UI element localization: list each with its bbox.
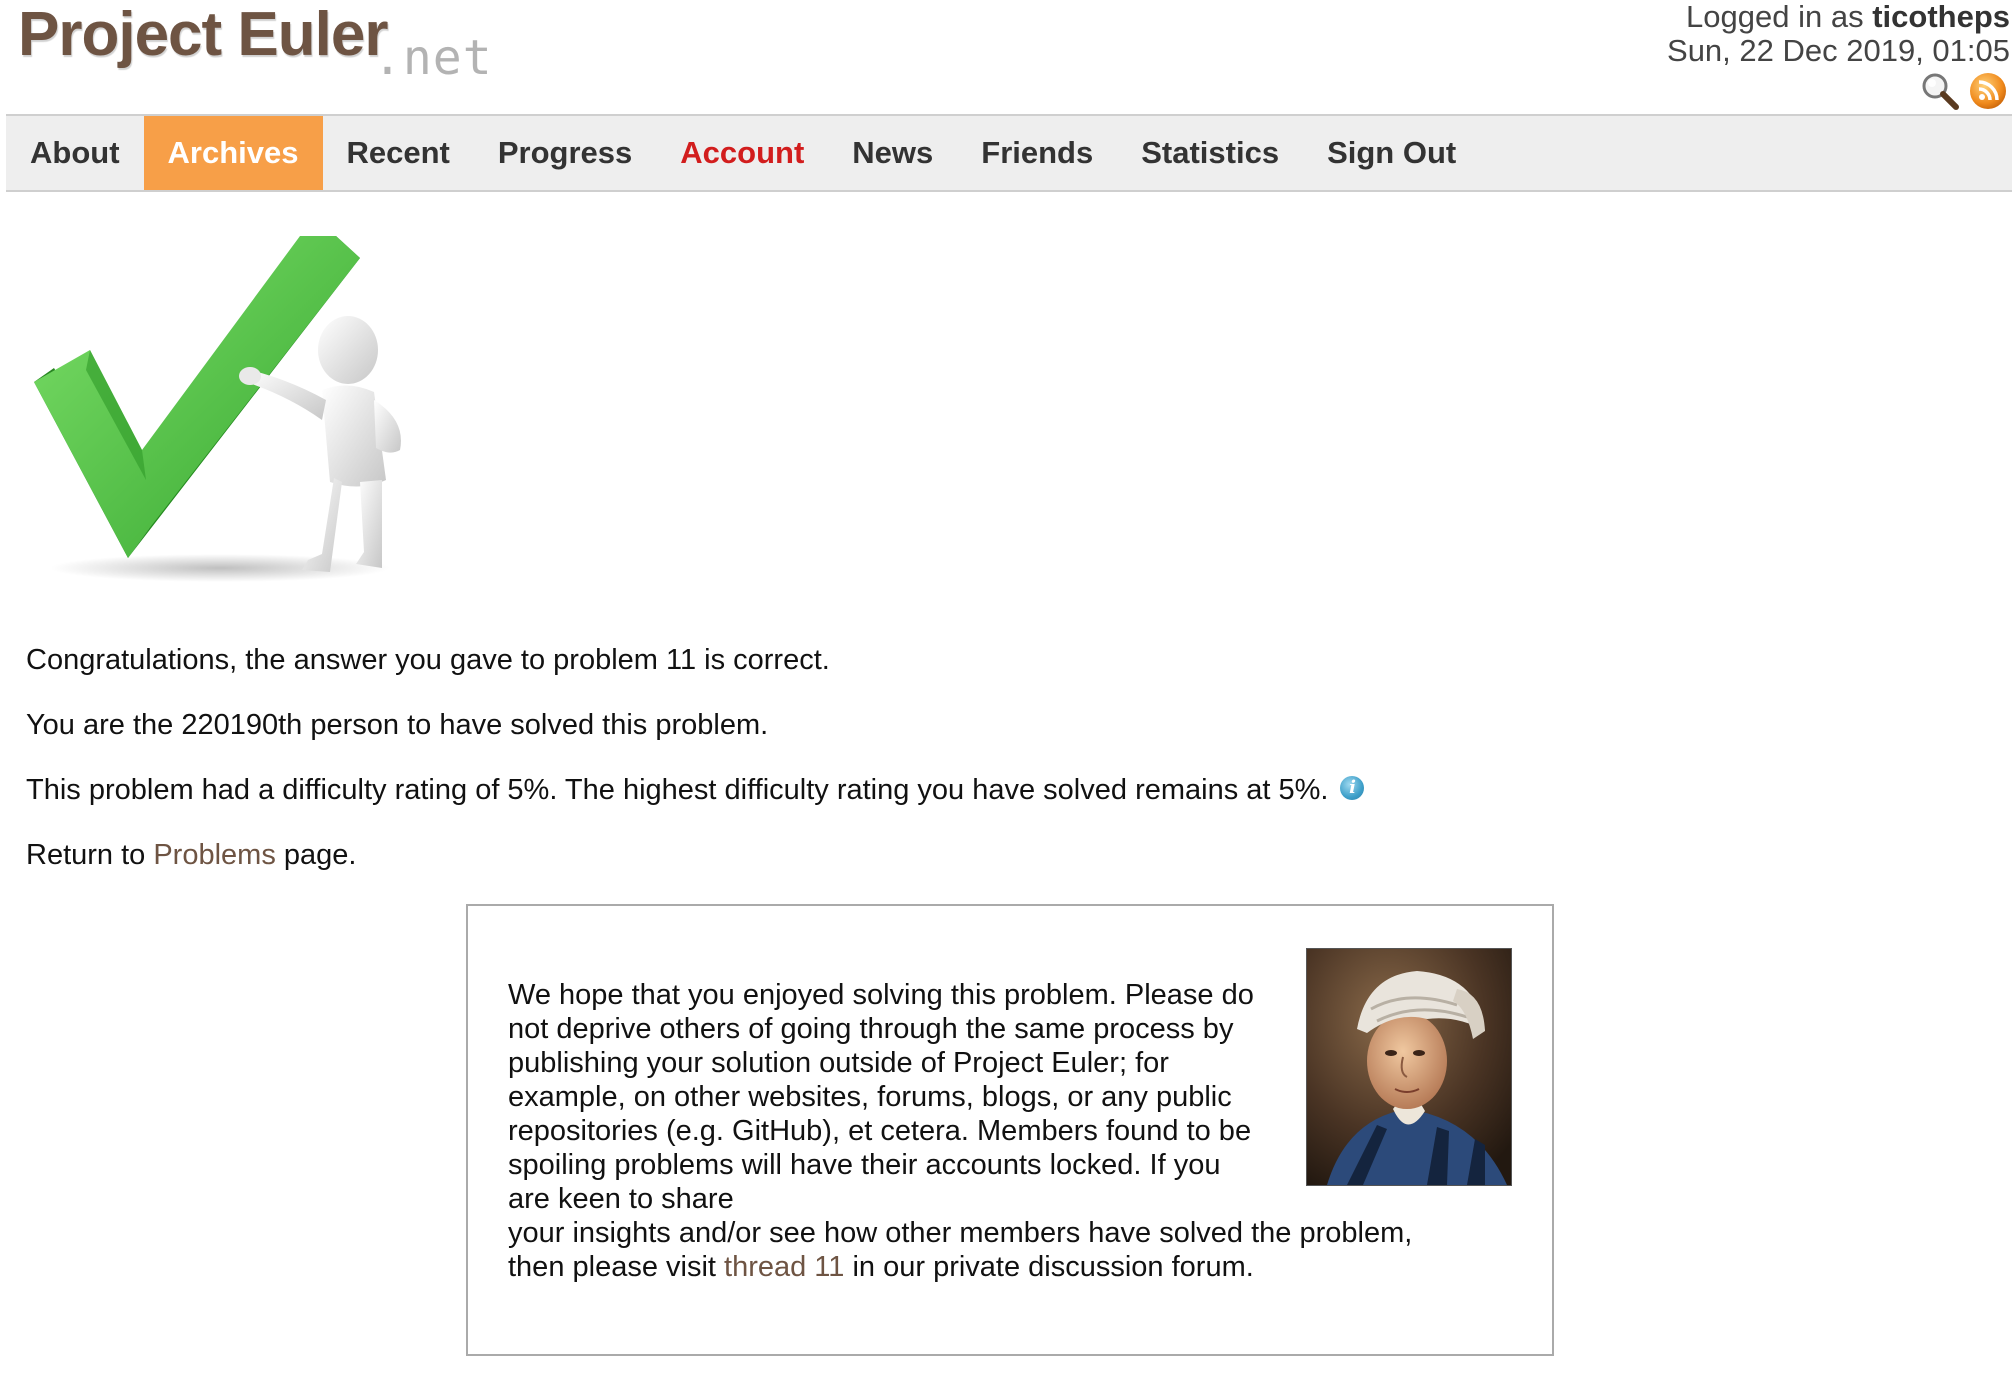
header-icons	[1920, 70, 2008, 112]
nav-recent[interactable]: Recent	[323, 116, 474, 190]
rss-icon[interactable]	[1968, 71, 2008, 111]
page-header: Project Euler .net Logged in as ticothep…	[0, 0, 2014, 114]
message-main-text: We hope that you enjoyed solving this pr…	[508, 979, 1254, 1215]
nav-friends[interactable]: Friends	[957, 116, 1117, 190]
spoiler-message-box: We hope that you enjoyed solving this pr…	[466, 904, 1554, 1356]
problems-link[interactable]: Problems	[153, 839, 276, 871]
message-visit-prefix: then please visit	[508, 1251, 725, 1283]
login-line: Logged in as ticotheps	[1667, 0, 2010, 34]
difficulty-line: This problem had a difficulty rating of …	[26, 774, 1365, 807]
logo-suffix-text: .net	[373, 30, 493, 86]
nav-statistics[interactable]: Statistics	[1117, 116, 1303, 190]
difficulty-text: This problem had a difficulty rating of …	[26, 774, 1329, 806]
return-line: Return to Problems page.	[26, 839, 356, 872]
message-visit-suffix: in our private discussion forum.	[844, 1251, 1254, 1283]
main-nav: About Archives Recent Progress Account N…	[6, 114, 2012, 192]
nav-news[interactable]: News	[828, 116, 957, 190]
login-datetime: Sun, 22 Dec 2019, 01:05	[1667, 33, 2010, 68]
nav-progress[interactable]: Progress	[474, 116, 656, 190]
logo-main-text: Project Euler	[18, 0, 388, 69]
correct-checkmark-image	[30, 230, 430, 590]
search-icon[interactable]	[1920, 71, 1960, 111]
congrats-text: Congratulations, the answer you gave to …	[26, 644, 830, 676]
nav-about[interactable]: About	[6, 116, 144, 190]
return-suffix: page.	[275, 839, 357, 871]
message-text: We hope that you enjoyed solving this pr…	[508, 978, 1508, 1284]
login-info: Logged in as ticotheps Sun, 22 Dec 2019,…	[1667, 0, 2010, 68]
login-prefix: Logged in as	[1686, 0, 1873, 34]
thread-link[interactable]: thread 11	[724, 1251, 844, 1283]
message-wide-text: your insights and/or see how other membe…	[508, 1217, 1413, 1249]
info-icon[interactable]: i	[1340, 776, 1365, 800]
username: ticotheps	[1872, 0, 2010, 34]
nav-sign-out[interactable]: Sign Out	[1303, 116, 1480, 190]
nav-account[interactable]: Account	[656, 116, 828, 190]
nav-archives[interactable]: Archives	[143, 116, 323, 190]
return-prefix: Return to	[26, 839, 154, 871]
solver-rank-text: You are the 220190th person to have solv…	[26, 709, 769, 741]
